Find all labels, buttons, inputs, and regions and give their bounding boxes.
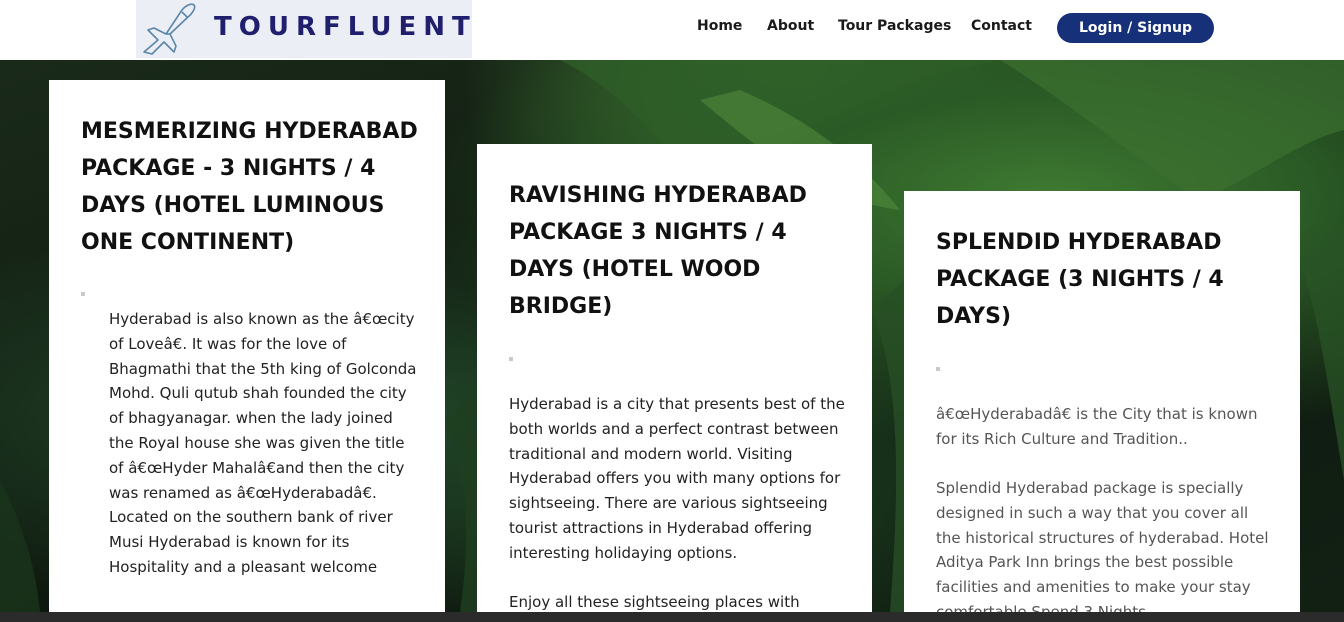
nav-about[interactable]: About [767,18,814,34]
package-title[interactable]: MESMERIZING HYDERABAD PACKAGE - 3 NIGHTS… [81,113,421,261]
package-description: â€œHyderabadâ€ is the City that is known… [936,405,1258,448]
airplane-icon [143,3,196,55]
bullet-marker [81,292,85,296]
package-title[interactable]: SPLENDID HYDERABAD PACKAGE (3 NIGHTS / 4… [936,224,1271,335]
nav-home[interactable]: Home [697,18,742,34]
package-description: Hyderabad is a city that presents best o… [509,395,845,562]
package-description: Hyderabad is also known as the â€œcity o… [109,310,417,576]
login-signup-button[interactable]: Login / Signup [1057,13,1214,43]
login-signup-label: Login / Signup [1078,20,1193,36]
package-card-mesmerizing[interactable]: MESMERIZING HYDERABAD PACKAGE - 3 NIGHTS… [49,80,445,612]
package-description-continued: Enjoy all these sightseeing places with [509,593,800,611]
browser-bottom-bar [0,612,1344,622]
leaf-background-image: MESMERIZING HYDERABAD PACKAGE - 3 NIGHTS… [0,60,1344,612]
package-card-splendid[interactable]: SPLENDID HYDERABAD PACKAGE (3 NIGHTS / 4… [904,191,1300,612]
site-logo[interactable]: TOURFLUENT [136,0,472,58]
package-title[interactable]: RAVISHING HYDERABAD PACKAGE 3 NIGHTS / 4… [509,177,844,325]
nav-tour-packages[interactable]: Tour Packages [838,18,951,34]
site-header: TOURFLUENT Home About Tour Packages Cont… [0,0,1344,60]
package-card-ravishing[interactable]: RAVISHING HYDERABAD PACKAGE 3 NIGHTS / 4… [477,144,872,612]
package-description-continued: Splendid Hyderabad package is specially … [936,479,1269,612]
logo-text: TOURFLUENT [214,12,477,42]
bullet-marker [936,367,940,371]
nav-contact[interactable]: Contact [971,18,1032,34]
bullet-marker [509,357,513,361]
